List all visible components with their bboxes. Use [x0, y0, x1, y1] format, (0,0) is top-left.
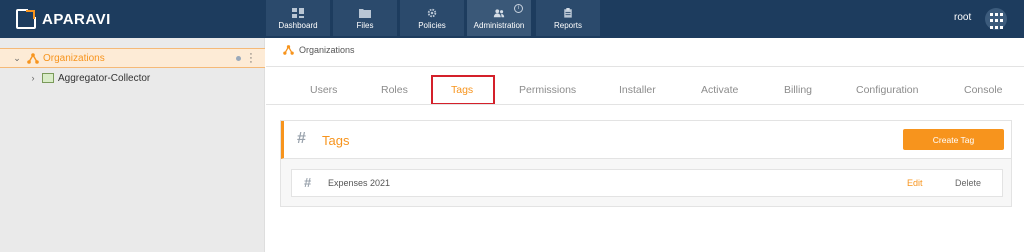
nav-policies-label: Policies: [418, 21, 446, 30]
chevron-right-icon[interactable]: ›: [27, 73, 39, 83]
sidebar-item-organizations[interactable]: ⌄ Organizations · · ·: [0, 48, 265, 68]
tag-name: Expenses 2021: [328, 178, 391, 188]
nav-files-button[interactable]: Files: [333, 0, 397, 36]
nav-administration-button[interactable]: i Administration: [467, 0, 531, 36]
tab-billing[interactable]: Billing: [784, 84, 812, 96]
tab-permissions[interactable]: Permissions: [519, 84, 576, 96]
hash-icon: #: [297, 130, 306, 147]
info-icon[interactable]: i: [514, 4, 523, 13]
gear-icon: [427, 8, 437, 18]
clipboard-icon: [564, 8, 572, 18]
tab-console[interactable]: Console: [964, 84, 1003, 96]
tab-roles[interactable]: Roles: [381, 84, 408, 96]
organization-icon: [27, 52, 39, 64]
tab-installer[interactable]: Installer: [619, 84, 656, 96]
breadcrumb: Organizations: [283, 45, 355, 55]
dashboard-icon: [292, 8, 304, 18]
edit-link[interactable]: Edit: [907, 178, 923, 188]
create-tag-button[interactable]: Create Tag: [903, 129, 1004, 150]
tab-configuration[interactable]: Configuration: [856, 84, 918, 96]
tags-panel-header: # Tags Create Tag: [281, 121, 1011, 159]
nav-administration-label: Administration: [473, 21, 525, 30]
nav-policies-button[interactable]: Policies: [400, 0, 464, 36]
sidebar-item-label: Aggregator-Collector: [58, 72, 151, 84]
users-icon: [493, 9, 505, 18]
top-bar: APARAVI Dashboard Files Policies i Admin…: [0, 0, 1024, 38]
sidebar: ⌄ Organizations · · · › Aggregator-Collect…: [0, 38, 265, 252]
tab-users[interactable]: Users: [310, 84, 337, 96]
panel-title: Tags: [322, 133, 350, 148]
tags-panel: # Tags Create Tag # Expenses 2021 Edit D…: [280, 120, 1012, 207]
table-row: # Expenses 2021 Edit Delete: [291, 169, 1003, 197]
organization-icon: [283, 45, 294, 55]
nav-reports-button[interactable]: Reports: [536, 0, 600, 36]
logo-mark-icon: [16, 8, 37, 29]
tags-tab-highlight-box: [431, 75, 495, 105]
nav-reports-label: Reports: [553, 21, 582, 30]
user-name[interactable]: root: [954, 12, 971, 23]
nav-files-label: Files: [356, 21, 374, 30]
breadcrumb-label[interactable]: Organizations: [299, 45, 355, 55]
tab-activate[interactable]: Activate: [701, 84, 738, 96]
divider: [266, 66, 1024, 67]
divider: [266, 104, 1024, 105]
aggregator-collector-icon: [42, 73, 54, 83]
aparavi-logo[interactable]: APARAVI: [16, 8, 111, 30]
folder-icon: [359, 9, 371, 18]
delete-link[interactable]: Delete: [955, 178, 981, 188]
nav-dashboard-label: Dashboard: [278, 21, 318, 30]
sidebar-item-aggregator-collector[interactable]: › Aggregator-Collector: [0, 68, 265, 88]
sidebar-item-label: Organizations: [43, 52, 105, 64]
chevron-down-icon[interactable]: ⌄: [11, 53, 23, 64]
tab-bar: Users Roles Tags Permissions Installer A…: [266, 76, 1024, 104]
logo-text: APARAVI: [42, 10, 111, 28]
apps-grid-icon[interactable]: [985, 8, 1007, 30]
status-dot-icon: [236, 56, 241, 61]
nav-dashboard-button[interactable]: Dashboard: [266, 0, 330, 36]
kebab-menu-icon[interactable]: · · ·: [249, 49, 253, 68]
hash-icon: #: [304, 175, 312, 190]
